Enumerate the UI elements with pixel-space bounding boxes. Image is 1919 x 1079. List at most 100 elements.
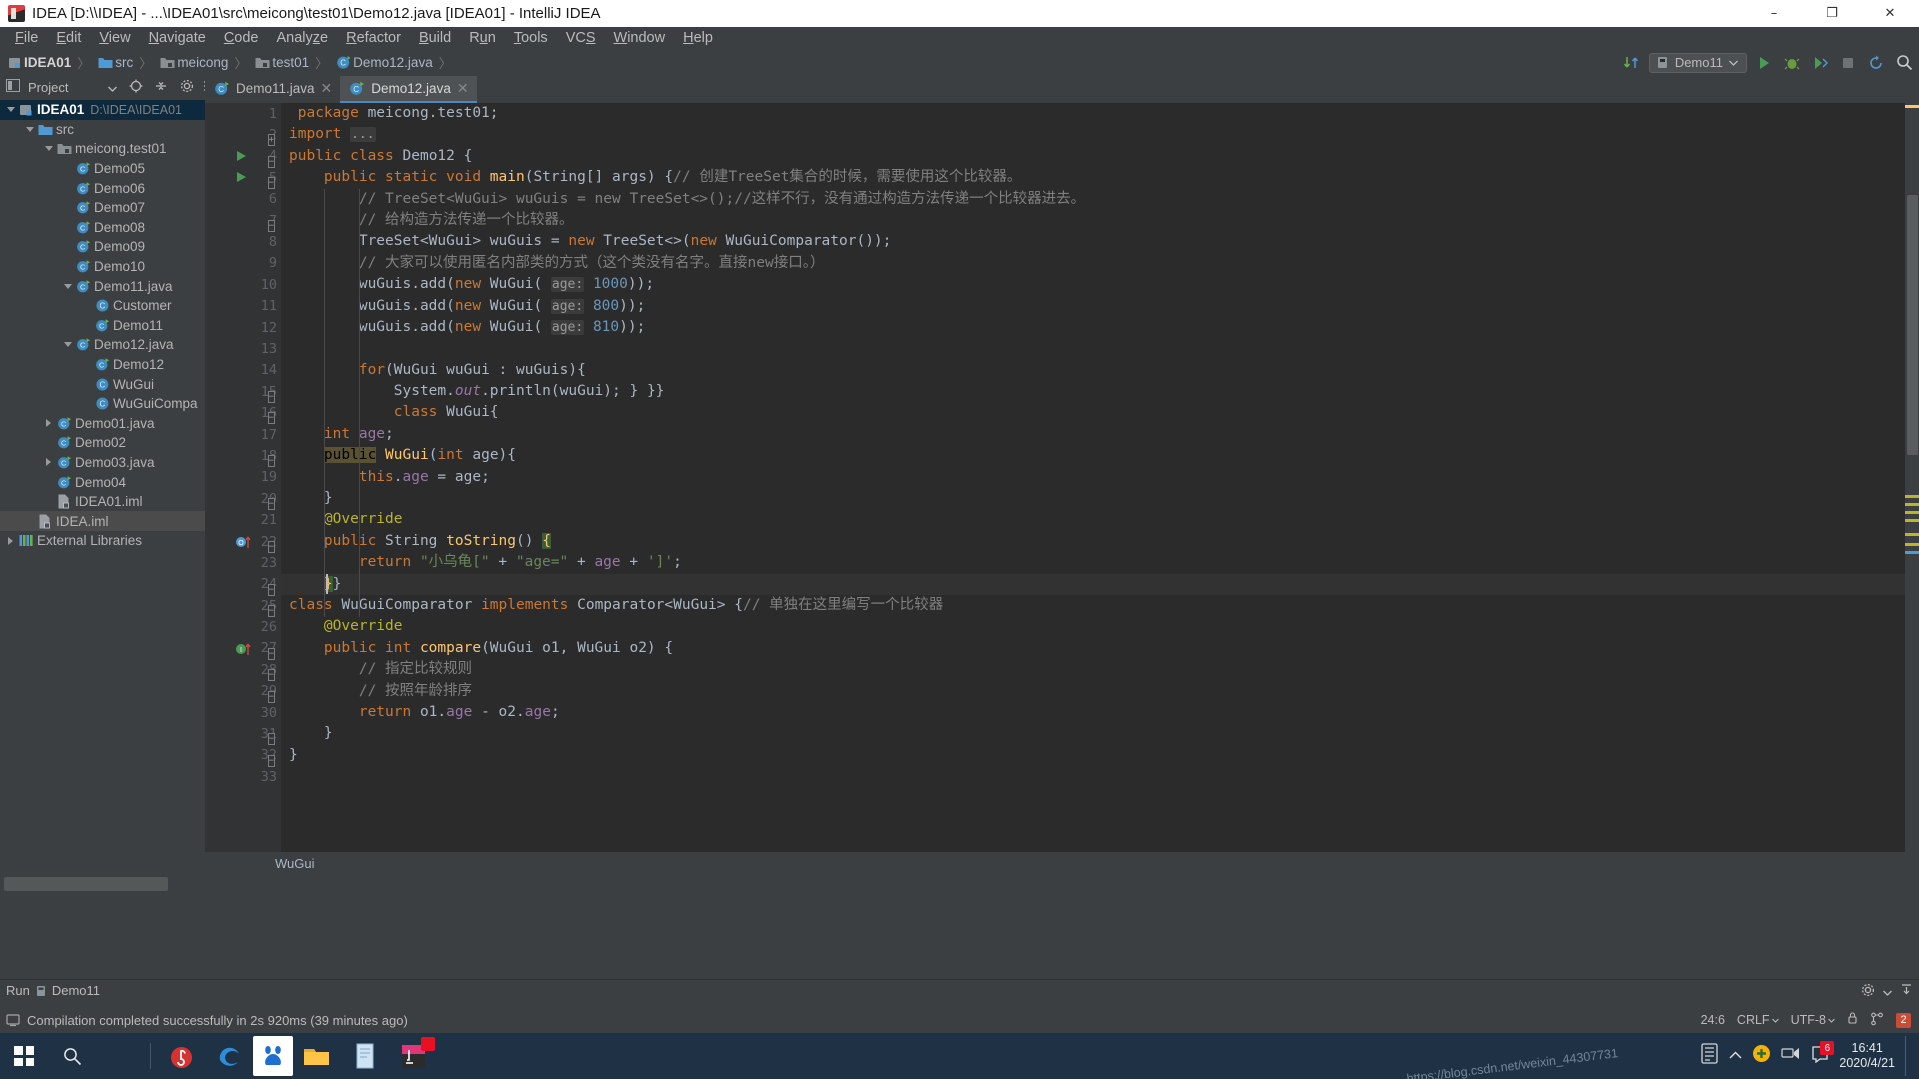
code-line-12[interactable]: wuGuis.add(new WuGui( age: 810)); (281, 317, 1919, 338)
tree-node-demo03-java[interactable]: C Demo03.java (0, 453, 205, 473)
update-project-button[interactable] (1865, 52, 1887, 74)
menu-item-edit[interactable]: Edit (47, 29, 90, 48)
debug-button[interactable] (1781, 52, 1803, 74)
code-fold-icon[interactable]: − (267, 152, 275, 168)
code-line-25[interactable]: class WuGuiComparator implements Compara… (281, 595, 1919, 616)
tree-node-customer[interactable]: C Customer (0, 296, 205, 316)
gutter-line-12[interactable]: 12 (205, 317, 281, 338)
editor-gutter[interactable]: 1 +2−4−56 −7 8 9 10 11 12 13 14 −15−1617 −1819 −2021… (205, 103, 281, 852)
code-line-26[interactable]: @Override (281, 616, 1919, 637)
minimize-button[interactable]: – (1745, 0, 1803, 27)
code-line-31[interactable]: } (281, 723, 1919, 744)
taskbar-app-intellij-idea[interactable] (389, 1033, 437, 1079)
project-view-dropdown-icon[interactable] (108, 80, 118, 95)
keyboard-layout-icon[interactable] (1700, 1043, 1719, 1069)
menu-item-refactor[interactable]: Refactor (337, 29, 410, 48)
hide-panel-icon[interactable] (1900, 983, 1913, 999)
stop-button[interactable] (1837, 52, 1859, 74)
menu-item-run[interactable]: Run (460, 29, 505, 48)
gutter-line-10[interactable]: 10 (205, 274, 281, 295)
gutter-line-28[interactable]: −28 (205, 659, 281, 682)
security-shield-icon[interactable] (1752, 1044, 1771, 1068)
gutter-line-33[interactable]: 33 (205, 766, 281, 787)
code-line-20[interactable]: } (281, 488, 1919, 509)
notification-center-icon[interactable]: 6 (1811, 1041, 1835, 1068)
code-fold-icon[interactable]: − (267, 494, 275, 511)
code-line-23[interactable]: return "小乌龟[" + "age=" + age + ']'; (281, 552, 1919, 573)
file-encoding[interactable]: UTF-8 (1791, 1013, 1835, 1027)
tree-node-wugui[interactable]: C WuGui (0, 374, 205, 394)
code-fold-icon[interactable]: − (267, 216, 275, 232)
tree-node-demo02[interactable]: C Demo02 (0, 433, 205, 453)
gutter-line-19[interactable]: 19 (205, 467, 281, 488)
tree-node-demo11-java[interactable]: C Demo11.java (0, 276, 205, 296)
code-line-33[interactable] (281, 766, 1919, 787)
overriding-method-icon[interactable]: O (235, 534, 253, 553)
tree-toggle-down-icon[interactable] (4, 107, 17, 113)
tree-toggle-down-icon[interactable] (23, 126, 36, 132)
gutter-line-13[interactable]: 13 (205, 338, 281, 359)
code-fold-icon[interactable]: − (267, 408, 275, 425)
code-line-1[interactable]: package meicong.test01; (281, 103, 1919, 124)
code-line-27[interactable]: public int compare(WuGui o1, WuGui o2) { (281, 638, 1919, 659)
tree-toggle-down-icon[interactable] (61, 283, 74, 289)
taskbar-search-button[interactable] (48, 1033, 96, 1079)
lock-icon[interactable] (1847, 1012, 1858, 1028)
tree-node-demo07[interactable]: C Demo07 (0, 198, 205, 218)
gutter-line-4[interactable]: −4 (205, 146, 281, 168)
tree-node-demo10[interactable]: C Demo10 (0, 257, 205, 277)
settings-gear-icon[interactable] (180, 79, 194, 96)
tree-node-idea01[interactable]: IDEA01 D:\IDEA\IDEA01 (0, 100, 205, 120)
gutter-line-30[interactable]: 30 (205, 702, 281, 723)
taskbar-app-baidu-netdisk[interactable] (253, 1036, 293, 1076)
breadcrumb-item-idea01[interactable]: IDEA01 〉 (6, 53, 96, 72)
menu-item-analyze[interactable]: Analyze (268, 29, 338, 48)
project-tree[interactable]: IDEA01 D:\IDEA\IDEA01 src meicong.test01 C De… (0, 98, 205, 874)
gutter-line-27[interactable]: I−27 (205, 638, 281, 660)
breadcrumb-item-test01[interactable]: test01 〉 (253, 53, 334, 72)
tree-toggle-right-icon[interactable] (4, 536, 17, 545)
code-line-22[interactable]: public String toString() { (281, 531, 1919, 552)
menu-item-code[interactable]: Code (215, 29, 268, 48)
menu-item-build[interactable]: Build (410, 29, 460, 48)
run-configuration-selector[interactable]: Demo11 (1648, 52, 1747, 73)
code-fold-icon[interactable]: + (267, 130, 275, 147)
code-line-24[interactable]: }} (281, 573, 1919, 595)
gutter-line-9[interactable]: 9 (205, 253, 281, 274)
start-button[interactable] (0, 1033, 48, 1079)
code-line-9[interactable]: // 大家可以使用匿名内部类的方式（这个类没有名字。直接new接口。） (281, 253, 1919, 274)
taskbar-app-file-explorer[interactable] (293, 1033, 341, 1079)
code-fold-icon[interactable]: − (267, 665, 275, 682)
tree-toggle-right-icon[interactable] (42, 419, 55, 428)
code-content[interactable]: package meicong.test01; import ... public … (281, 103, 1919, 852)
tree-node-demo06[interactable]: C Demo06 (0, 178, 205, 198)
gutter-line-18[interactable]: −18 (205, 445, 281, 468)
code-fold-icon[interactable]: − (267, 601, 275, 617)
taskbar-clock[interactable]: 16:41 2020/4/21 (1839, 1041, 1895, 1071)
gutter-line-25[interactable]: −25 (205, 595, 281, 617)
editor-tab-demo11-java[interactable]: C Demo11.java ✕ (205, 76, 340, 103)
gutter-line-14[interactable]: 14 (205, 360, 281, 381)
menu-item-navigate[interactable]: Navigate (140, 29, 215, 48)
code-line-7[interactable]: // 给构造方法传递一个比较器。 (281, 210, 1919, 231)
menu-item-window[interactable]: Window (605, 29, 675, 48)
caret-position[interactable]: 24:6 (1701, 1013, 1725, 1027)
code-fold-icon[interactable]: − (267, 173, 275, 190)
code-fold-icon[interactable]: − (267, 644, 275, 660)
run-gutter-icon[interactable] (237, 150, 246, 161)
code-line-8[interactable]: TreeSet<WuGui> wuGuis = new TreeSet<>(ne… (281, 231, 1919, 252)
gutter-line-20[interactable]: −20 (205, 488, 281, 511)
code-line-32[interactable]: } (281, 745, 1919, 766)
branch-icon[interactable] (1870, 1012, 1884, 1029)
chevron-up-icon[interactable] (1729, 1047, 1742, 1065)
gutter-line-11[interactable]: 11 (205, 296, 281, 317)
editor-scrollbar[interactable] (1905, 103, 1919, 852)
code-line-5[interactable]: public static void main(String[] args) {… (281, 167, 1919, 188)
taskbar-app-edge[interactable] (205, 1033, 253, 1079)
breadcrumb-item-meicong[interactable]: meicong 〉 (158, 53, 253, 72)
tree-node-demo01-java[interactable]: C Demo01.java (0, 414, 205, 434)
close-button[interactable]: ✕ (1861, 0, 1919, 27)
network-icon[interactable] (1781, 1045, 1801, 1067)
code-line-11[interactable]: wuGuis.add(new WuGui( age: 800)); (281, 296, 1919, 317)
tree-node-demo12-java[interactable]: C Demo12.java (0, 335, 205, 355)
